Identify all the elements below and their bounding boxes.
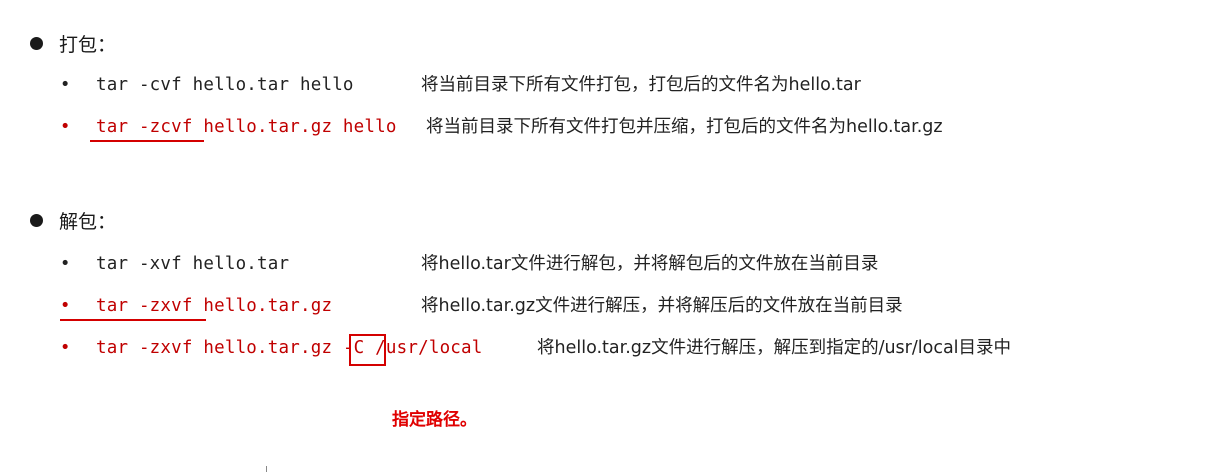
description-text: 将hello.tar文件进行解包，并将解包后的文件放在当前目录 — [421, 254, 879, 274]
bullet-icon — [30, 37, 43, 50]
command-text: tar -cvf hello.tar hello — [96, 75, 354, 95]
description-text: 将hello.tar.gz文件进行解压，并将解压后的文件放在当前目录 — [421, 296, 903, 316]
command-text: tar -zxvf hello.tar.gz -C /usr/local — [96, 335, 483, 361]
highlight-box — [349, 334, 386, 366]
section-title-text: 解包： — [59, 211, 117, 233]
command-text: tar -xvf hello.tar — [96, 254, 290, 274]
section-title-text: 打包： — [59, 34, 117, 56]
section-title-pack: 打包： — [30, 30, 116, 57]
description-text: 将当前目录下所有文件打包，打包后的文件名为hello.tar — [421, 75, 861, 95]
description-text: 将hello.tar.gz文件进行解压，解压到指定的/usr/local目录中 — [537, 338, 1012, 358]
bullet-icon: • — [60, 254, 71, 274]
highlight-underline — [60, 319, 206, 321]
annotation-note: 指定路径。 — [392, 410, 477, 430]
bullet-icon: • — [60, 338, 71, 358]
command-text: tar -zxvf hello.tar.gz — [96, 296, 333, 316]
highlight-underline — [90, 140, 204, 142]
command-prefix: tar -zxvf hello.tar.gz — [96, 338, 343, 358]
bullet-icon — [30, 214, 43, 227]
cursor-icon — [266, 466, 271, 472]
section-title-unpack: 解包： — [30, 207, 116, 234]
description-text: 将当前目录下所有文件打包并压缩，打包后的文件名为hello.tar.gz — [426, 117, 943, 137]
bullet-icon: • — [60, 296, 71, 316]
command-text: tar -zcvf hello.tar.gz hello — [96, 117, 397, 137]
bullet-icon: • — [60, 75, 71, 95]
bullet-icon: • — [60, 117, 71, 137]
